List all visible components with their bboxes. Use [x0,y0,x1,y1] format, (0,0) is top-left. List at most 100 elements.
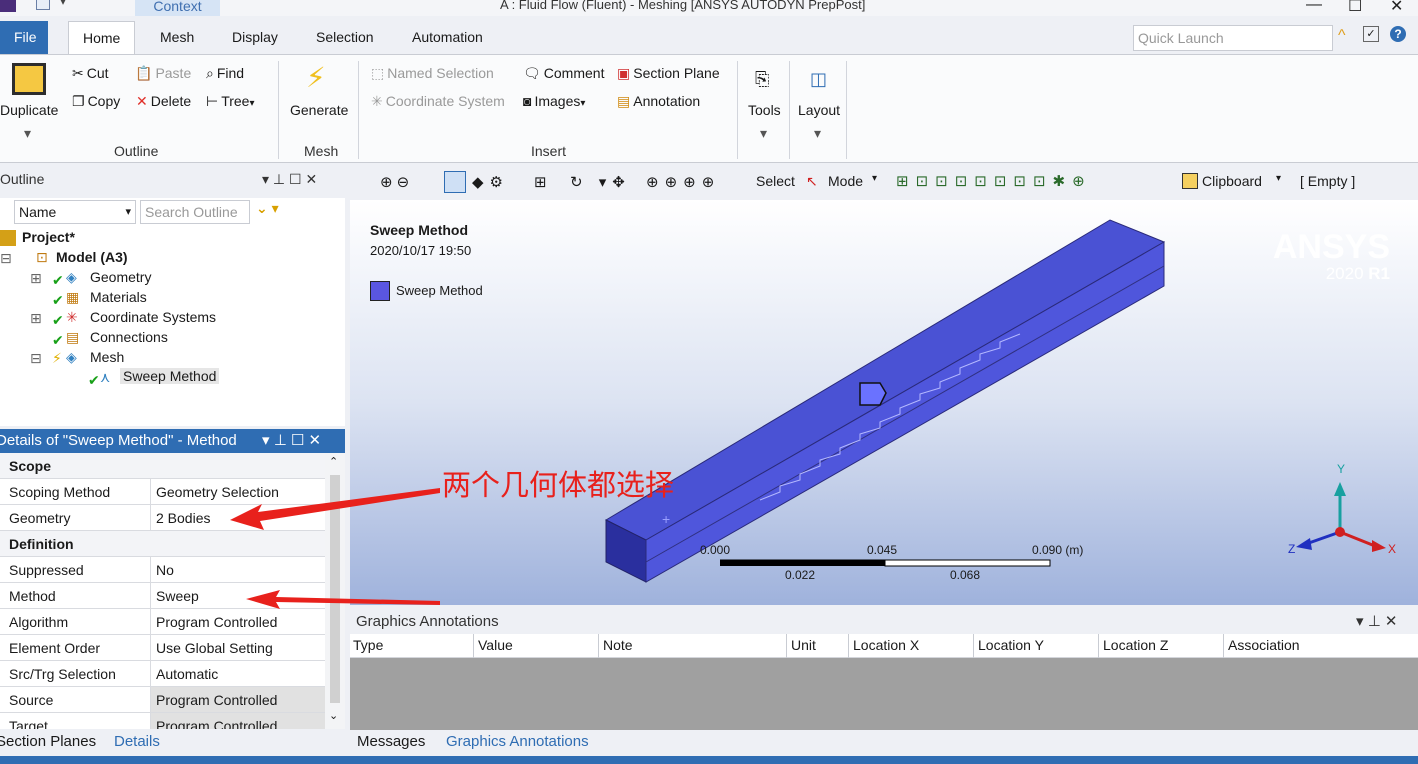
copy-button[interactable]: ❐ Copy [72,93,120,110]
column-header[interactable]: Location Y [978,637,1044,653]
details-pin-icon[interactable]: ▾ ⊥ ☐ ✕ [262,429,321,453]
tree-item-sweep-method[interactable]: Sweep Method [120,368,220,384]
column-header[interactable]: Type [353,637,383,653]
column-header[interactable]: Location Z [1103,637,1168,653]
tab-home[interactable]: Home [68,21,136,54]
details-row[interactable]: Method Sweep [0,583,325,609]
outline-pin-icon[interactable]: ▾ ⊥ ☐ ✕ [262,168,317,190]
column-header[interactable]: Note [603,637,633,653]
tree-icon: ⊢ [206,93,219,109]
tools-dropdown-icon[interactable]: ▾ [760,125,767,142]
generate-button[interactable]: Generate [290,102,348,118]
layout-dropdown-icon[interactable]: ▾ [814,125,821,142]
selection-filter-icons[interactable]: ⊞⊡⊡⊡⊡⊡⊡⊡✱⊕ [896,172,1092,190]
quick-access-dropdown-icon[interactable]: ▾ [60,0,66,8]
details-row[interactable]: Src/Trg Selection Automatic [0,661,325,687]
maximize-button[interactable]: ☐ [1348,0,1362,16]
details-section-scope[interactable]: Scope [0,453,325,479]
context-tab[interactable]: Context [135,0,220,16]
tree-button[interactable]: ⊢ Tree▾ [206,93,255,110]
tab-file[interactable]: File [0,21,48,54]
collapse-icon[interactable]: ⊟ [30,350,42,367]
view-cube-icon[interactable] [444,171,466,193]
delete-button[interactable]: ✕ Delete [136,93,191,110]
box-zoom-icon[interactable]: ⊞ [534,173,547,191]
expand-icon[interactable]: ⊞ [30,310,42,327]
details-row[interactable]: Scoping Method Geometry Selection [0,479,325,505]
paste-button[interactable]: 📋 Paste [135,65,191,82]
tree-item-mesh[interactable]: Mesh [90,349,124,365]
coordinate-system-button[interactable]: ✳ Coordinate System [371,93,505,110]
axis-z-line [1305,530,1341,546]
tab-details[interactable]: Details [114,733,160,750]
tree-item-coordinate-systems[interactable]: Coordinate Systems [90,309,216,325]
section-plane-button[interactable]: ▣ Section Plane [617,65,720,82]
zoom-fit-icons[interactable]: ⊕⊕⊕⊕ [646,173,720,191]
save-icon[interactable] [36,0,50,10]
geometry-icon: ◈ [66,269,77,285]
collapse-icon[interactable]: ⊟ [0,250,12,267]
scroll-down-icon[interactable]: ⌄ [329,709,338,722]
tab-mesh[interactable]: Mesh [146,21,208,54]
scroll-up-icon[interactable]: ⌃ [329,455,338,468]
outline-column-select[interactable]: Name ▾ [14,200,136,224]
tools-button[interactable]: Tools [748,102,781,118]
filter-options-icon[interactable]: ⌄ ▾ [256,200,279,217]
details-row[interactable]: Algorithm Program Controlled [0,609,325,635]
tab-messages[interactable]: Messages [357,733,425,750]
scale-label: 0.022 [785,568,816,582]
select-button[interactable]: Select [756,173,795,189]
comment-button[interactable]: 🗨 Comment [523,65,604,82]
column-header[interactable]: Association [1228,637,1300,653]
chevron-down-icon[interactable]: ▾ [872,173,877,184]
mode-button[interactable]: Mode [828,173,863,189]
quick-launch-input[interactable]: Quick Launch [1133,25,1333,51]
feedback-icon[interactable]: ✓ [1363,26,1379,42]
search-outline-input[interactable]: Search Outline [140,200,250,224]
tab-automation[interactable]: Automation [398,21,497,54]
cut-button[interactable]: ✂ Cut [72,65,109,82]
tree-item-model[interactable]: Model (A3) [56,249,128,265]
ribbon-separator [789,61,790,159]
help-icon[interactable]: ? [1390,26,1406,42]
tree-item-connections[interactable]: Connections [90,329,168,345]
minimize-button[interactable]: — [1306,0,1322,14]
tab-section-planes[interactable]: Section Planes [0,733,96,750]
details-row[interactable]: Target Program Controlled [0,713,325,729]
details-row[interactable]: Source Program Controlled [0,687,325,713]
column-header[interactable]: Location X [853,637,919,653]
column-header[interactable]: Value [478,637,513,653]
tab-graphics-annotations[interactable]: Graphics Annotations [446,733,589,750]
tree-item-geometry[interactable]: Geometry [90,269,151,285]
tree-item-project[interactable]: Project* [22,229,75,245]
named-selection-button[interactable]: ⬚ Named Selection [371,65,494,82]
find-button[interactable]: ⌕ Find [206,65,244,82]
column-header[interactable]: Unit [791,637,816,653]
close-button[interactable]: ✕ [1390,0,1403,16]
chevron-down-icon[interactable]: ▾ [1276,173,1281,184]
panel-pin-icon[interactable]: ▾ ⊥ ✕ [1356,610,1398,634]
duplicate-button[interactable]: Duplicate [0,102,58,118]
generate-icon: ⚡ [306,62,326,93]
scrollbar-thumb[interactable] [330,475,340,703]
tab-selection[interactable]: Selection [302,21,388,54]
details-row[interactable]: Element Order Use Global Setting [0,635,325,661]
layout-button[interactable]: Layout [798,102,840,118]
collapse-ribbon-icon[interactable]: ^ [1338,27,1346,45]
clipboard-button[interactable]: Clipboard [1202,173,1262,189]
expand-icon[interactable]: ⊞ [30,270,42,287]
images-button[interactable]: ◙ Images▾ [523,93,585,109]
details-scrollbar[interactable]: ⌃ ⌄ [325,453,345,729]
rotate-pan-icons[interactable]: ↻ ▾✥ [570,173,631,191]
details-row[interactable]: Geometry 2 Bodies [0,505,325,531]
details-row[interactable]: Suppressed No [0,557,325,583]
annotation-button[interactable]: ▤ Annotation [617,93,700,110]
display-style-icons[interactable]: ◆⚙ [472,173,509,191]
app-logo[interactable] [0,0,16,12]
graphics-viewport[interactable]: Sweep Method 2020/10/17 19:50 Sweep Meth… [350,200,1418,605]
details-section-definition[interactable]: Definition [0,531,325,557]
zoom-icons[interactable]: ⊕⊖ [380,173,413,191]
duplicate-dropdown-icon[interactable]: ▾ [24,125,31,142]
tree-item-materials[interactable]: Materials [90,289,147,305]
tab-display[interactable]: Display [218,21,292,54]
